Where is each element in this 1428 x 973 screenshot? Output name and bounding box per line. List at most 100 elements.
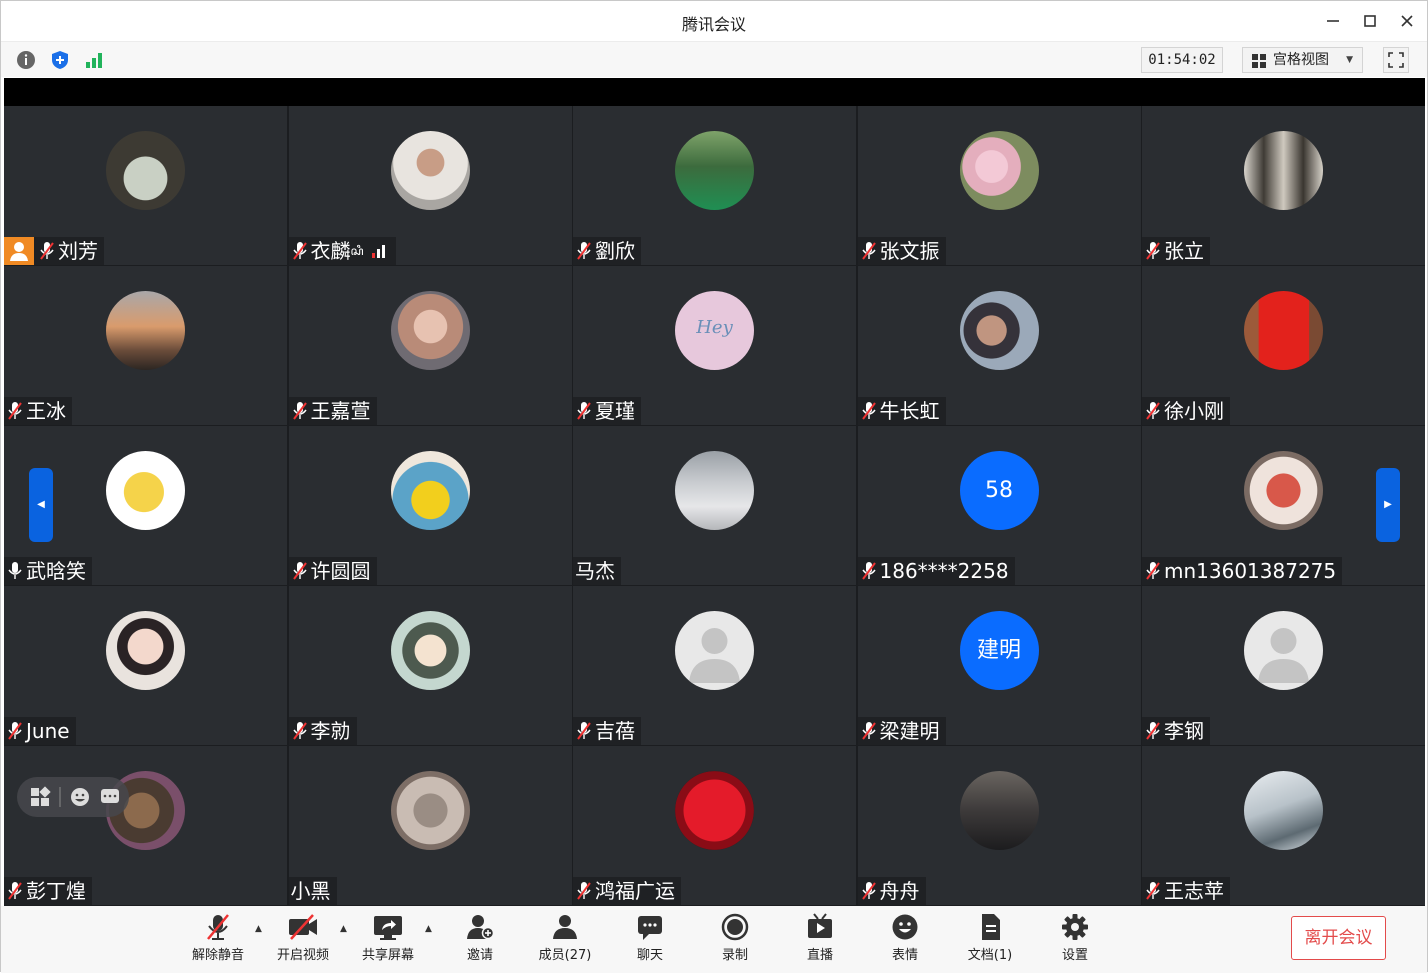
security-button[interactable]	[49, 49, 71, 71]
share-options-caret[interactable]: ▲	[425, 924, 432, 934]
mic-muted-icon	[577, 402, 591, 420]
participant-tile[interactable]: Hey 夏瑾	[573, 266, 856, 425]
participant-tile[interactable]: 王志苹	[1142, 746, 1425, 905]
avatar	[1244, 611, 1323, 690]
participant-tile[interactable]: 牛长虹	[857, 266, 1141, 425]
avatar	[106, 451, 185, 530]
document-icon	[982, 914, 1000, 940]
settings-label: 设置	[1061, 948, 1088, 963]
settings-button[interactable]: 设置	[1040, 912, 1110, 963]
participant-tile[interactable]: 鸿福广运	[573, 746, 856, 905]
participant-tile[interactable]: 王嘉萱	[288, 266, 572, 425]
mic-muted-icon	[577, 882, 591, 900]
participant-namebar: 彭丁煌	[4, 877, 92, 905]
participant-name: 徐小刚	[1164, 399, 1224, 423]
participant-tile[interactable]: 58 186****2258	[857, 426, 1141, 585]
maximize-button[interactable]	[1358, 9, 1382, 33]
participant-tile[interactable]: 张文振	[857, 106, 1141, 265]
members-label: 成员(27)	[538, 948, 592, 963]
participant-name: 夏瑾	[595, 399, 635, 423]
participant-name: 王嘉萱	[310, 399, 371, 423]
default-person-icon	[1258, 628, 1309, 683]
share-screen-button[interactable]: 共享屏幕	[353, 912, 423, 963]
participant-tile[interactable]: 建明 梁建明	[857, 586, 1141, 745]
participant-name: 舟舟	[879, 879, 920, 903]
avatar	[106, 131, 185, 210]
participant-tile[interactable]: 张立	[1142, 106, 1425, 265]
avatar	[390, 131, 470, 210]
docs-button[interactable]: 文档(1)	[955, 912, 1025, 963]
participant-name: 马杰	[575, 559, 615, 583]
participant-tile[interactable]: 舟舟	[857, 746, 1141, 905]
emoji-button[interactable]: 表情	[870, 912, 940, 963]
avatar	[959, 131, 1039, 210]
mic-muted-icon	[292, 722, 307, 740]
shield-icon	[52, 51, 68, 69]
title-bar: 腾讯会议	[1, 1, 1427, 41]
layout-icon[interactable]	[31, 786, 51, 806]
record-button[interactable]: 录制	[700, 912, 770, 963]
view-mode-select[interactable]: 宫格视图 ▼	[1242, 47, 1363, 73]
participant-namebar: 梁建明	[857, 717, 946, 745]
emoji-icon[interactable]	[71, 788, 89, 806]
participant-tile[interactable]: 刘芳	[4, 106, 287, 265]
participant-tile[interactable]: 马杰	[573, 426, 856, 585]
mic-muted-icon	[1146, 562, 1160, 580]
video-options-caret[interactable]: ▲	[340, 924, 347, 934]
participant-tile[interactable]: 王冰	[4, 266, 287, 425]
fullscreen-icon	[1388, 52, 1404, 68]
audio-options-caret[interactable]: ▲	[255, 924, 262, 934]
minimize-button[interactable]	[1321, 9, 1345, 33]
participant-namebar: 牛长虹	[857, 397, 946, 425]
avatar	[106, 611, 185, 690]
participant-name: 李钢	[1164, 719, 1204, 743]
mic-muted-icon	[1146, 402, 1160, 420]
participant-tile[interactable]: 徐小刚	[1142, 266, 1425, 425]
network-button[interactable]	[83, 49, 105, 71]
participant-name: 衣麟	[310, 239, 351, 263]
participant-tile[interactable]: 李钢	[1142, 586, 1425, 745]
fullscreen-button[interactable]	[1383, 47, 1409, 73]
invite-button[interactable]: 邀请	[445, 912, 515, 963]
avatar-caption: Hey	[696, 317, 733, 338]
view-mode-label: 宫格视图	[1273, 52, 1329, 68]
participant-name: 武晗笑	[26, 559, 86, 583]
participant-namebar: 鸿福广运	[573, 877, 681, 905]
participant-namebar: 舟舟	[857, 877, 926, 905]
participant-tile[interactable]: 吉蓓	[573, 586, 856, 745]
mic-muted-icon	[577, 242, 591, 260]
leave-meeting-button[interactable]: 离开会议	[1291, 916, 1386, 960]
docs-label: 文档(1)	[967, 948, 1013, 963]
participant-name: 186****2258	[879, 559, 1009, 583]
participant-namebar: 刘芳	[4, 237, 104, 265]
live-button[interactable]: 直播	[785, 912, 855, 963]
participant-tile[interactable]: June	[4, 586, 287, 745]
participant-name: 刘芳	[58, 239, 98, 263]
start-video-label: 开启视频	[276, 948, 329, 963]
chat-button[interactable]: 聊天	[615, 912, 685, 963]
chat-bubble-icon[interactable]	[101, 789, 119, 803]
participant-tile[interactable]: 衣麟 ꦱꦶ	[288, 106, 572, 265]
participant-namebar: 王冰	[4, 397, 72, 425]
participant-tile[interactable]: 许圆圆	[288, 426, 572, 585]
share-screen-label: 共享屏幕	[361, 948, 414, 963]
participant-namebar: 186****2258	[857, 557, 1015, 585]
arrow-left-icon: ◀	[37, 499, 45, 510]
avatar	[675, 771, 754, 850]
unmute-button[interactable]: 解除静音	[183, 912, 253, 963]
participant-tile[interactable]: 李勍	[288, 586, 572, 745]
mic-muted-icon	[861, 882, 876, 900]
participant-namebar: mn13601387275	[1142, 557, 1343, 585]
prev-page-button[interactable]: ◀	[29, 468, 53, 542]
add-person-icon	[467, 915, 495, 940]
participant-tile[interactable]: 彭丁煌	[4, 746, 287, 905]
close-button[interactable]	[1395, 9, 1419, 33]
next-page-button[interactable]: ▶	[1376, 468, 1400, 542]
participant-tile[interactable]: 劉欣	[573, 106, 856, 265]
participant-tile[interactable]: 小黑	[288, 746, 572, 905]
info-button[interactable]	[15, 49, 37, 71]
avatar	[675, 611, 754, 690]
start-video-button[interactable]: 开启视频	[268, 912, 338, 963]
bottom-control-bar: 解除静音 ▲ 开启视频 ▲ 共享屏幕 ▲ 邀请 成员(27) 聊天 录制 直播 …	[1, 906, 1427, 973]
members-button[interactable]: 成员(27)	[530, 912, 600, 963]
